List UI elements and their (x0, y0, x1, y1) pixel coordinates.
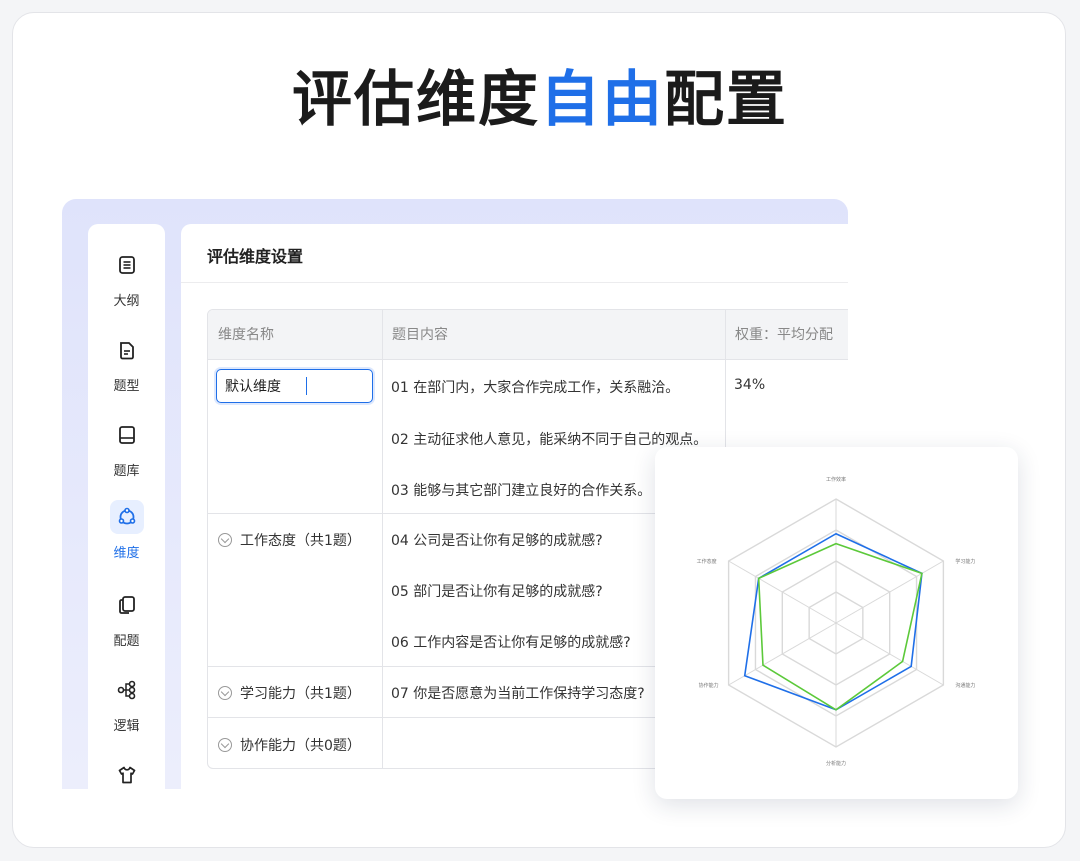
sidebar: 大纲 题型 题库 维度 配题 逻辑 (88, 224, 165, 789)
group-row-learning[interactable]: 学习能力（共1题） (218, 683, 361, 703)
radar-axis-label: 协作能力 (699, 682, 719, 689)
group-row-attitude[interactable]: 工作态度（共1题） (218, 530, 361, 550)
radar-chart-card: 工作效率学习能力沟通能力分析能力 协作能力 工作态度 (655, 447, 1018, 799)
sidebar-item-question-bank[interactable]: 题库 (88, 418, 165, 488)
column-header-content: 题目内容 (382, 310, 725, 360)
question-bank-icon (110, 418, 144, 452)
radar-axis-label: 分析能力 (826, 760, 846, 767)
question-text: 06 工作内容是否让你有足够的成就感? (391, 635, 631, 651)
question-text: 07 你是否愿意为当前工作保持学习态度? (391, 686, 645, 702)
question-text: 04 公司是否让你有足够的成就感? (391, 533, 603, 549)
theme-shirt-icon (110, 758, 144, 792)
assign-questions-icon (110, 588, 144, 622)
headline-part1: 评估维度 (292, 65, 540, 135)
divider (181, 282, 848, 283)
radar-axis-label: 工作态度 (697, 558, 717, 565)
weight-value: 34% (734, 377, 766, 393)
sidebar-item-label: 配题 (113, 634, 140, 649)
radar-axis-label: 工作效率 (826, 476, 846, 483)
sidebar-item-logic[interactable]: 逻辑 (88, 673, 165, 743)
sidebar-item-dimension[interactable]: 维度 (88, 500, 165, 570)
sidebar-item-outline[interactable]: 大纲 (88, 248, 165, 318)
logic-icon (110, 673, 144, 707)
sidebar-item-label: 大纲 (113, 294, 140, 309)
radar-axis-label: 沟通能力 (955, 682, 975, 689)
question-type-icon (110, 333, 144, 367)
sidebar-item-label: 逻辑 (113, 719, 140, 734)
sidebar-item-label: 题库 (113, 464, 140, 479)
sidebar-item-assign[interactable]: 配题 (88, 588, 165, 658)
chevron-down-icon (218, 686, 232, 700)
question-text: 05 部门是否让你有足够的成就感? (391, 584, 603, 600)
column-header-name: 维度名称 (208, 310, 382, 360)
question-text: 02 主动征求他人意见，能采纳不同于自己的观点。 (391, 432, 708, 448)
dimension-name-input[interactable] (216, 369, 373, 403)
sidebar-item-label: 维度 (113, 546, 140, 561)
question-text: 01 在部门内，大家合作完成工作，关系融洽。 (391, 380, 680, 396)
headline-part2: 配置 (664, 65, 788, 135)
column-header-weight: 权重：平均分配 (725, 310, 848, 360)
sidebar-item-question-type[interactable]: 题型 (88, 333, 165, 403)
divider (382, 310, 383, 768)
chevron-down-icon (218, 738, 232, 752)
question-text: 03 能够与其它部门建立良好的合作关系。 (391, 483, 652, 499)
sidebar-item-theme[interactable] (88, 758, 165, 828)
group-row-collaboration[interactable]: 协作能力（共0题） (218, 735, 361, 755)
panel-title: 评估维度设置 (207, 247, 304, 266)
headline-highlight: 自由 (540, 65, 664, 135)
group-label: 协作能力（共0题） (240, 738, 361, 754)
sidebar-item-label: 题型 (113, 379, 140, 394)
radar-axis-label: 学习能力 (955, 558, 975, 565)
page-headline: 评估维度自由配置 (0, 64, 1080, 136)
chevron-down-icon (218, 533, 232, 547)
group-label: 学习能力（共1题） (240, 686, 361, 702)
text-caret (306, 377, 307, 395)
group-label: 工作态度（共1题） (240, 533, 361, 549)
outline-icon (110, 248, 144, 282)
radar-chart: 工作效率学习能力沟通能力分析能力 协作能力 工作态度 (697, 476, 976, 767)
dimension-icon (109, 500, 144, 534)
